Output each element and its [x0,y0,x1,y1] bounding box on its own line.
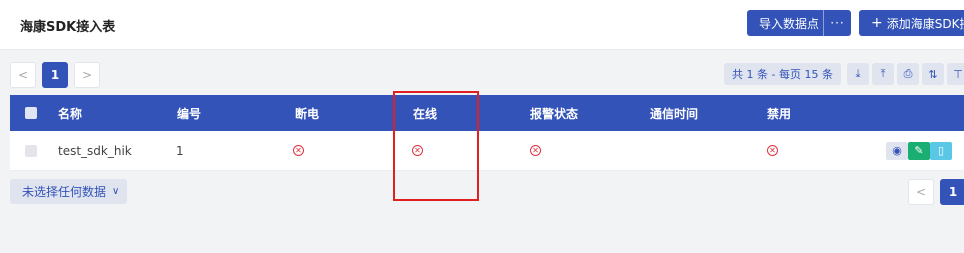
pagination-summary[interactable]: 共 1 条 - 每页 15 条 [724,63,841,85]
import-label[interactable]: 导入数据点 [747,15,823,32]
download-icon[interactable]: ⤓ [847,63,869,85]
more-menu-button[interactable]: ··· [823,10,851,36]
chevron-down-icon: ∨ [112,186,120,197]
sort-icon[interactable]: ⇅ [922,63,944,85]
column-header-comm-time[interactable]: 通信时间 [650,95,698,131]
row-checkbox[interactable] [25,144,37,157]
edit-pencil-icon[interactable]: ✎ [908,141,930,160]
delete-trash-icon[interactable]: ▯ [930,141,952,160]
next-page-button[interactable]: > [74,62,100,88]
alarm-x-icon: ✕ [530,145,541,156]
disabled-x-icon: ✕ [767,145,778,156]
page-1-button[interactable]: 1 [42,62,68,88]
upload-icon[interactable]: ⤒ [872,63,894,85]
view-eye-icon[interactable]: ◉ [886,141,908,160]
column-header-alarm-status[interactable]: 报警状态 [530,95,578,131]
add-label: 添加海康SDK接 [886,16,964,31]
table-header: 名称 编号 断电 在线 报警状态 通信时间 禁用 [10,95,964,131]
selection-label: 未选择任何数据 [22,185,107,199]
column-header-number[interactable]: 编号 [177,95,201,131]
table-toolbar: < 1 > 共 1 条 - 每页 15 条 ⤓ ⤒ ⎙ ⇅ ⊤ [0,58,964,92]
cell-name: test_sdk_hik [58,143,132,158]
plus-icon: + [871,15,883,31]
column-header-disabled[interactable]: 禁用 [767,95,791,131]
selection-dropdown[interactable]: 未选择任何数据 ∨ [10,179,127,204]
prev-page-button[interactable]: < [10,62,36,88]
page-header: 海康SDK接入表 导入数据点 ··· + 添加海康SDK接 [0,0,964,50]
power-off-x-icon: ✕ [293,145,304,156]
red-highlight-box [393,91,479,201]
select-all-checkbox[interactable] [25,107,37,119]
footer-prev-page-button[interactable]: < [908,179,934,205]
data-table: 名称 编号 断电 在线 报警状态 通信时间 禁用 test_sdk_hik 1 … [10,95,964,171]
page-title: 海康SDK接入表 [20,20,116,35]
add-hik-sdk-button[interactable]: + 添加海康SDK接 [859,10,964,36]
table-row[interactable]: test_sdk_hik 1 ✕ ✕ ✕ ✕ ◉ ✎ ▯ [10,131,964,171]
cell-number: 1 [176,143,184,158]
column-header-power-off[interactable]: 断电 [295,95,319,131]
footer-page-1-button[interactable]: 1 [940,179,964,205]
column-header-name[interactable]: 名称 [58,95,82,131]
toolbar-extra-icon[interactable]: ⊤ [947,63,964,85]
print-icon[interactable]: ⎙ [897,63,919,85]
import-datapoints-button[interactable]: 导入数据点 ··· [747,10,851,36]
